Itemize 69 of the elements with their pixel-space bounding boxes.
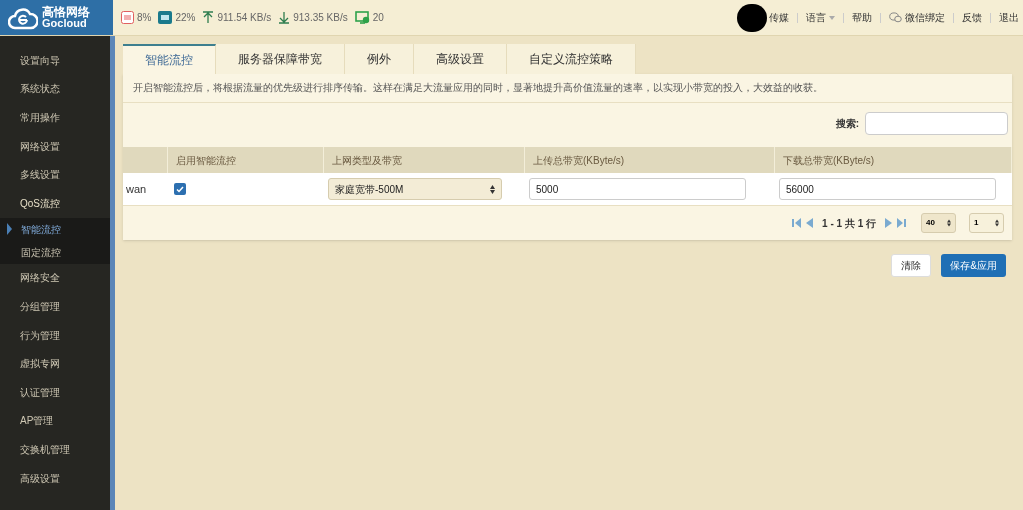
- stat-value: 8%: [137, 11, 152, 25]
- stat-value: 911.54 KB/s: [217, 11, 272, 25]
- save-apply-button[interactable]: 保存&应用: [941, 254, 1006, 278]
- updown-caret-icon: [947, 219, 951, 228]
- sidebar-item[interactable]: 认证管理: [0, 377, 110, 407]
- logo-brand: Gocloud: [42, 18, 87, 29]
- table-cell: wan: [126, 183, 147, 195]
- column-header: 上传总带宽(KByte/s): [533, 153, 625, 168]
- column-header: 启用智能流控: [176, 153, 236, 168]
- upload-arrow-icon: [202, 11, 215, 24]
- ram-icon: [158, 11, 173, 24]
- download-arrow-icon: [278, 11, 291, 24]
- logo-name: 高恪网络: [42, 6, 90, 18]
- sidebar-item[interactable]: 系统状态: [0, 74, 110, 104]
- sidebar-item[interactable]: QoS流控: [0, 188, 110, 218]
- description-text: 开启智能流控后，将根据流量的优先级进行排序传输。这样在满足大流量应用的同时，显著地提升高价值流量的速率，以实现小带宽的投入，大效益的收获。: [123, 74, 1012, 104]
- column-header: 上网类型及带宽: [332, 153, 402, 168]
- tab[interactable]: 服务器保障带宽: [216, 44, 345, 74]
- updown-caret-icon: [490, 184, 495, 194]
- sidebar-item[interactable]: 行为管理: [0, 320, 110, 350]
- tab[interactable]: 例外: [345, 44, 414, 74]
- sidebar-item[interactable]: 分组管理: [0, 292, 110, 321]
- sidebar-item[interactable]: 虚拟专网: [0, 349, 110, 378]
- top-link[interactable]: 语言: [806, 10, 826, 25]
- download-field[interactable]: 56000: [779, 178, 996, 201]
- clear-button[interactable]: 清除: [891, 254, 932, 278]
- stat-value: 22%: [175, 11, 196, 25]
- sidebar-item[interactable]: 网络安全: [0, 263, 110, 293]
- updown-caret-icon: [995, 219, 999, 228]
- sidebar-item[interactable]: 高级设置: [0, 463, 110, 493]
- cpu-icon: [121, 11, 134, 24]
- top-link[interactable]: 退出: [999, 10, 1019, 25]
- selected-marker: [7, 223, 12, 236]
- upload-field[interactable]: 5000: [529, 178, 746, 201]
- stat-value: 913.35 KB/s: [293, 11, 348, 25]
- check-icon: [176, 185, 184, 193]
- cloud-logo-icon: [8, 5, 38, 30]
- top-link[interactable]: 帮助: [852, 10, 872, 25]
- sidebar-subitem[interactable]: 智能流控: [21, 221, 61, 237]
- next-page-icon[interactable]: [885, 218, 892, 229]
- stat-value: 20: [372, 11, 384, 25]
- monitor-check-icon: [354, 11, 370, 24]
- sidebar-item[interactable]: 设置向导: [0, 46, 110, 75]
- sidebar-item[interactable]: AP管理: [0, 406, 110, 436]
- redaction-mark: [737, 3, 767, 32]
- top-link[interactable]: 反馈: [962, 10, 982, 25]
- tab[interactable]: 智能流控: [123, 44, 216, 74]
- tab[interactable]: 高级设置: [414, 44, 507, 74]
- previous-page-icon[interactable]: [806, 218, 814, 229]
- page-select[interactable]: 1: [969, 213, 1004, 234]
- sidebar-item[interactable]: 常用操作: [0, 103, 110, 132]
- tab[interactable]: 自定义流控策略: [507, 44, 636, 74]
- sidebar-item[interactable]: 多线设置: [0, 160, 110, 189]
- checkbox[interactable]: [174, 183, 186, 196]
- page-size-select[interactable]: 40: [921, 213, 956, 234]
- last-page-icon[interactable]: [897, 218, 906, 229]
- top-link[interactable]: 传媒: [769, 10, 789, 25]
- sidebar-subitem[interactable]: 固定流控: [21, 244, 61, 260]
- caret-icon: [829, 15, 835, 20]
- column-header: 下载总带宽(KByte/s): [783, 153, 875, 168]
- search-label: 搜索:: [835, 117, 859, 132]
- top-link[interactable]: 微信绑定: [905, 10, 945, 25]
- type-select[interactable]: 家庭宽带-500M: [328, 178, 502, 201]
- sidebar-item[interactable]: 网络设置: [0, 131, 110, 161]
- wechat-icon: [889, 12, 902, 23]
- first-page-icon[interactable]: [792, 218, 802, 229]
- search-field[interactable]: [865, 112, 1008, 136]
- pager-summary: 1 - 1 共 1 行: [822, 216, 876, 231]
- sidebar-item[interactable]: 交换机管理: [0, 435, 110, 464]
